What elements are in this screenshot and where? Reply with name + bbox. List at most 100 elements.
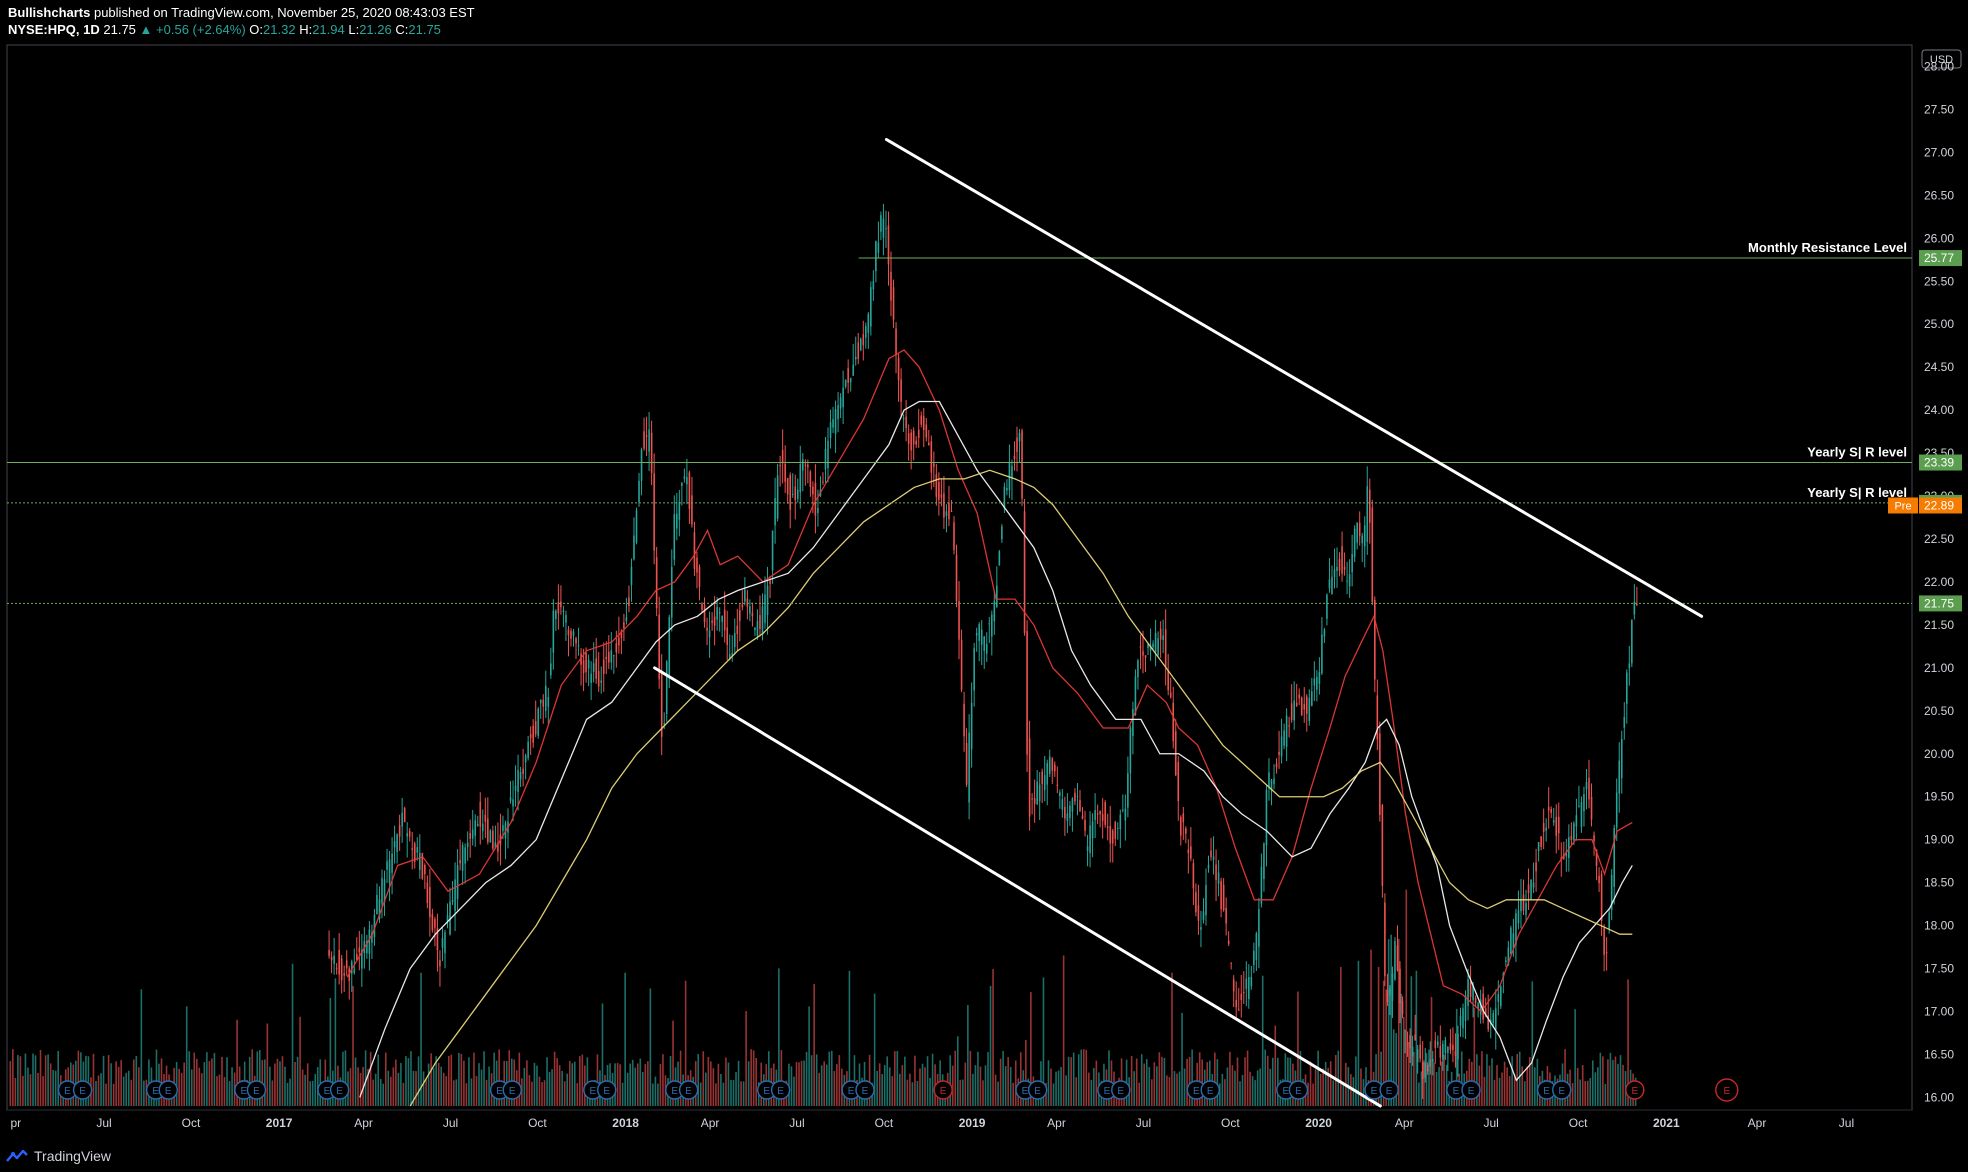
volume-bar — [1607, 1059, 1609, 1106]
volume-bar — [478, 1063, 480, 1106]
candle-body — [1394, 941, 1396, 980]
volume-bar — [1324, 1061, 1327, 1106]
candle-body — [1348, 574, 1351, 587]
volume-bar — [430, 1053, 432, 1106]
earnings-marker-label: E — [336, 1086, 343, 1097]
price-axis[interactable]: USD28.0027.5027.0026.5026.0025.5025.0024… — [1888, 49, 1962, 1104]
candle-body — [1618, 760, 1621, 794]
candle-body — [1500, 986, 1502, 1007]
candle-body — [529, 734, 532, 739]
candle-body — [1321, 634, 1323, 674]
earnings-marker-label: E — [862, 1086, 869, 1097]
candle-body — [1048, 756, 1051, 774]
volume-bar — [1266, 1055, 1269, 1106]
volume-bar — [1007, 1057, 1009, 1106]
candle-body — [1482, 993, 1484, 1020]
volume-bar — [581, 1054, 584, 1106]
volume-bar — [19, 1056, 22, 1106]
trendlines-layer[interactable] — [653, 138, 1704, 1108]
candle-body — [1129, 727, 1132, 774]
volume-bar — [190, 1069, 193, 1106]
volume-bar — [276, 1058, 279, 1106]
volume-bar — [901, 1065, 904, 1106]
candle-body — [396, 834, 398, 852]
candle-body — [552, 610, 555, 653]
candle-body — [570, 630, 572, 639]
candle-body — [1421, 1062, 1424, 1079]
candle-body — [502, 825, 504, 832]
candle-body — [640, 449, 643, 481]
volume-bar — [1264, 1049, 1267, 1106]
candle-body — [832, 419, 834, 428]
volume-bar — [732, 1079, 735, 1106]
price-tick-label: 20.00 — [1924, 747, 1954, 761]
tradingview-logo-icon[interactable] — [6, 1149, 28, 1163]
candle-body — [739, 610, 741, 621]
candle-body — [854, 356, 857, 360]
candle-body — [796, 489, 799, 499]
candle-body — [812, 486, 814, 495]
volume-bar — [1443, 1054, 1445, 1106]
volume-bar — [266, 1023, 269, 1106]
upper-trendline[interactable] — [884, 138, 1704, 618]
volume-bar — [271, 1080, 274, 1106]
candle-body — [398, 825, 401, 837]
candle-body — [1583, 794, 1585, 812]
price-tick-label: 17.00 — [1924, 1004, 1954, 1018]
candle-body — [1575, 815, 1578, 827]
volume-bar — [886, 1056, 889, 1106]
volume-bar — [1362, 1079, 1365, 1106]
candle-body — [1313, 678, 1316, 686]
candle-body — [1522, 894, 1525, 911]
candle-body — [822, 481, 824, 483]
volume-bar — [198, 1067, 201, 1106]
candle-body — [1605, 952, 1608, 954]
candle-body — [1033, 797, 1036, 804]
price-tick-label: 28.00 — [1924, 59, 1954, 73]
earnings-marker-label: E — [1468, 1086, 1475, 1097]
volume-bar — [1070, 1057, 1072, 1106]
volume-bar — [402, 1082, 405, 1106]
volume-bar — [712, 1068, 715, 1106]
candle-body — [1220, 881, 1222, 910]
time-axis[interactable]: pr Jul Oct 2017 Apr Jul Oct 2018 Apr Jul Oct 2019 Ap… — [7, 1109, 1912, 1130]
volume-bar — [1332, 1080, 1335, 1106]
candle-body — [1227, 940, 1230, 944]
candle-body — [1517, 910, 1520, 924]
footer-brand[interactable]: TradingView — [34, 1148, 111, 1164]
volume-bar — [1511, 1056, 1513, 1106]
volume-bar — [1239, 1081, 1241, 1106]
candle-body — [1011, 465, 1013, 479]
candle-body — [910, 432, 912, 451]
lower-trendline[interactable] — [653, 666, 1382, 1108]
volume-bar — [1523, 1081, 1526, 1106]
volume-bar — [1488, 1065, 1491, 1106]
candle-body — [1202, 911, 1205, 921]
candle-body — [481, 823, 484, 832]
volume-bar — [1236, 1057, 1239, 1106]
candle-body — [776, 475, 779, 519]
candle-body — [1086, 846, 1089, 851]
candle-body — [1547, 806, 1550, 811]
candle-body — [466, 842, 469, 848]
candle-body — [1210, 850, 1212, 858]
volume-bar — [921, 1063, 924, 1106]
volume-bar — [14, 1077, 17, 1106]
candle-body — [655, 557, 658, 609]
volume-bar — [39, 1049, 42, 1106]
candle-body — [1358, 522, 1361, 537]
price-chart[interactable]: Monthly Resistance Level Yearly S| R leve… — [0, 0, 1968, 1172]
candle-body — [557, 602, 560, 614]
volume-bar — [563, 1081, 566, 1106]
candle-body — [474, 820, 477, 836]
candle-body — [1137, 660, 1139, 677]
candle-body — [1552, 820, 1555, 823]
candle-body — [1608, 912, 1610, 929]
volume-bar — [1604, 1083, 1607, 1106]
candle-body — [791, 494, 794, 496]
volume-bar — [1440, 1061, 1443, 1106]
volume-bar — [1574, 1009, 1576, 1106]
volume-bar — [1402, 1017, 1405, 1106]
earnings-marker-label: E — [763, 1086, 770, 1097]
volume-bar — [1433, 1062, 1435, 1106]
